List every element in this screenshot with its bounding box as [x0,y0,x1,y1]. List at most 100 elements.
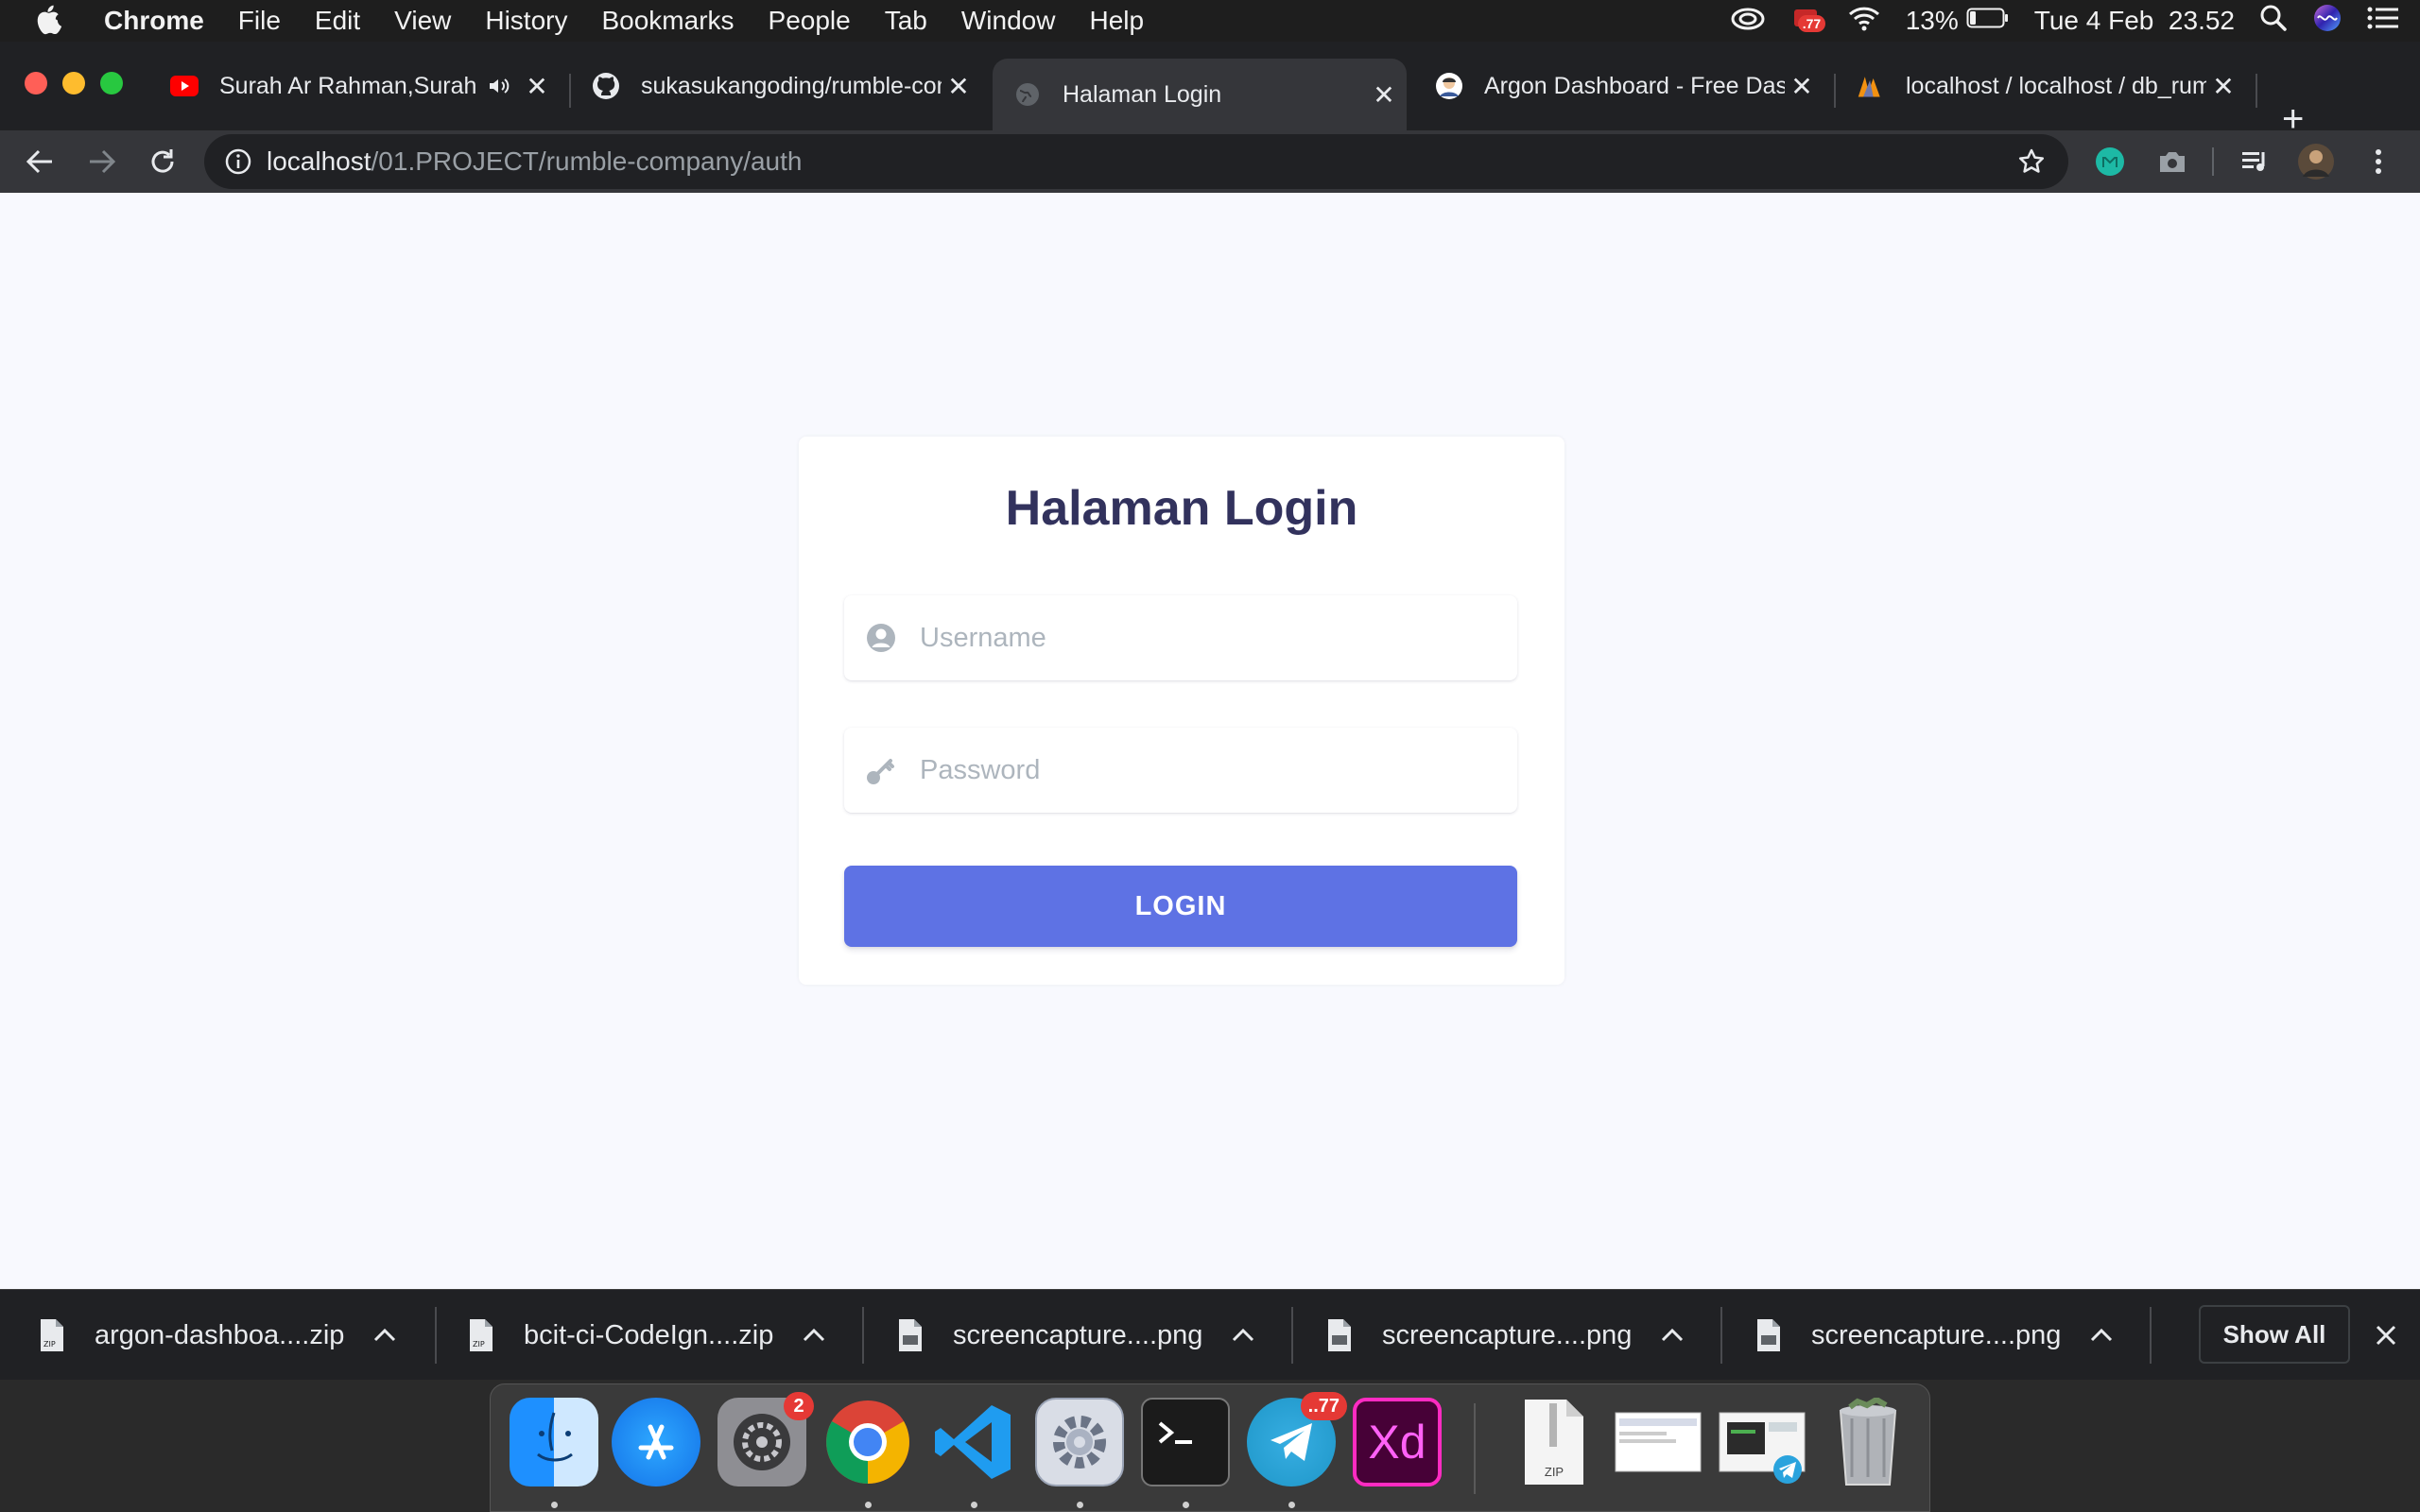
extension-m-icon[interactable] [2091,143,2129,180]
screenshot-stack-icon[interactable] [1614,1398,1703,1486]
site-info-icon[interactable] [225,148,251,175]
chevron-up-icon[interactable] [1658,1326,1686,1345]
back-arrow-icon[interactable] [21,143,59,180]
tab-separator [2256,74,2257,108]
gear-icon[interactable] [1035,1398,1124,1486]
apple-icon[interactable] [36,5,83,37]
tab-youtube[interactable]: Surah Ar Rahman,Surah ✕ [149,59,560,113]
notification-center-icon[interactable] [2367,6,2399,37]
menu-bookmarks[interactable]: Bookmarks [601,6,734,36]
tab-argon-dashboard[interactable]: Argon Dashboard - Free Dashboard ✕ [1414,59,1824,113]
download-item[interactable]: screencapture....png [1325,1290,1686,1381]
github-icon [592,72,620,100]
globe-icon [1013,80,1042,109]
running-indicator [551,1502,558,1508]
creative-cloud-icon[interactable] [1730,6,1766,37]
download-item[interactable]: ZIP bcit-ci-CodeIgn....zip [467,1290,828,1381]
running-indicator [971,1502,977,1508]
adobe-xd-icon[interactable]: Xd [1353,1398,1442,1486]
camera-extension-icon[interactable] [2153,143,2191,180]
battery-icon[interactable] [1966,6,2010,36]
chrome-icon[interactable] [823,1398,912,1486]
download-item[interactable]: screencapture....png [896,1290,1257,1381]
menu-people[interactable]: People [769,6,851,36]
download-filename: screencapture....png [953,1319,1203,1350]
download-separator [862,1307,864,1364]
tab-close-icon[interactable]: ✕ [942,71,976,102]
tab-phpmyadmin[interactable]: localhost / localhost / db_rumble ✕ [1836,59,2246,113]
address-bar[interactable]: localhost/01.PROJECT/rumble-company/auth [204,134,2068,189]
finder-icon[interactable] [510,1398,598,1486]
password-field[interactable] [844,728,1517,813]
battery-percent[interactable]: 13% [1906,6,1959,36]
tab-github[interactable]: sukasukangoding/rumble-company ✕ [571,59,981,113]
forward-arrow-icon[interactable] [83,143,121,180]
menu-window[interactable]: Window [961,6,1056,36]
download-separator [1291,1307,1293,1364]
svg-text:ZIP: ZIP [43,1340,56,1349]
download-item[interactable]: screencapture....png [1754,1290,2116,1381]
system-preferences-icon[interactable]: 2 [717,1392,814,1486]
profile-avatar-icon[interactable] [2297,143,2335,180]
media-controls-icon[interactable] [2237,143,2274,180]
running-indicator [1077,1502,1083,1508]
menu-history[interactable]: History [485,6,567,36]
wifi-icon[interactable] [1847,5,1881,38]
download-shelf: ZIP argon-dashboa....zip ZIP bcit-ci-Cod… [0,1289,2420,1380]
show-all-downloads-button[interactable]: Show All [2199,1305,2350,1364]
menu-help[interactable]: Help [1089,6,1144,36]
clock[interactable]: Tue 4 Feb 23.52 [2034,6,2235,36]
window-zoom-button[interactable] [100,72,123,94]
running-indicator [865,1502,872,1508]
menu-tab[interactable]: Tab [885,6,927,36]
web-page-content: Halaman Login LOGIN [0,193,2420,1289]
menu-app-chrome[interactable]: Chrome [104,6,204,36]
dock-separator [1474,1403,1476,1494]
screenshot-telegram-icon[interactable] [1718,1398,1806,1486]
window-minimize-button[interactable] [62,72,85,94]
svg-text:ZIP: ZIP [473,1340,485,1349]
login-button[interactable]: LOGIN [844,866,1517,947]
username-field[interactable] [844,595,1517,680]
key-icon [865,754,897,786]
tab-close-icon[interactable]: ✕ [1367,79,1401,111]
spotlight-search-icon[interactable] [2259,4,2288,39]
terminal-icon[interactable] [1141,1398,1230,1486]
chevron-up-icon[interactable] [371,1326,399,1345]
download-filename: screencapture....png [1382,1319,1633,1350]
siri-icon[interactable] [2312,3,2342,40]
menu-view[interactable]: View [394,6,451,36]
notification-icon[interactable]: .77 [1790,4,1826,39]
close-shelf-icon[interactable] [2369,1316,2403,1354]
speaker-icon[interactable] [488,77,510,95]
username-input[interactable] [918,595,1517,680]
vscode-icon[interactable] [929,1398,1018,1486]
tab-close-icon[interactable]: ✕ [1785,71,1819,102]
youtube-icon [170,72,199,100]
menu-edit[interactable]: Edit [315,6,360,36]
tab-title: sukasukangoding/rumble-company [641,72,942,99]
notification-badge: ..77 [1300,1392,1347,1420]
png-file-icon [899,1319,922,1351]
telegram-icon[interactable]: ..77 [1247,1392,1347,1486]
chevron-up-icon[interactable] [1229,1326,1257,1345]
password-input[interactable] [918,728,1517,813]
chevron-up-icon[interactable] [800,1326,828,1345]
tab-close-icon[interactable]: ✕ [520,71,554,102]
zip-document-icon[interactable]: ZIP [1510,1398,1599,1486]
bookmark-star-icon[interactable] [2017,147,2046,176]
reload-icon[interactable] [144,143,182,180]
chrome-menu-icon[interactable] [2360,143,2397,180]
app-store-icon[interactable] [612,1398,700,1486]
tab-halaman-login[interactable]: Halaman Login ✕ [993,59,1407,130]
login-card: Halaman Login LOGIN [799,437,1564,985]
trash-icon[interactable] [1824,1398,1912,1486]
download-item[interactable]: ZIP argon-dashboa....zip [38,1290,399,1381]
menu-file[interactable]: File [238,6,281,36]
chrome-toolbar: localhost/01.PROJECT/rumble-company/auth [0,130,2420,193]
avatar-icon [1435,72,1463,100]
tab-close-icon[interactable]: ✕ [2206,71,2240,102]
chevron-up-icon[interactable] [2087,1326,2116,1345]
window-close-button[interactable] [25,72,47,94]
xd-label: Xd [1368,1416,1426,1469]
